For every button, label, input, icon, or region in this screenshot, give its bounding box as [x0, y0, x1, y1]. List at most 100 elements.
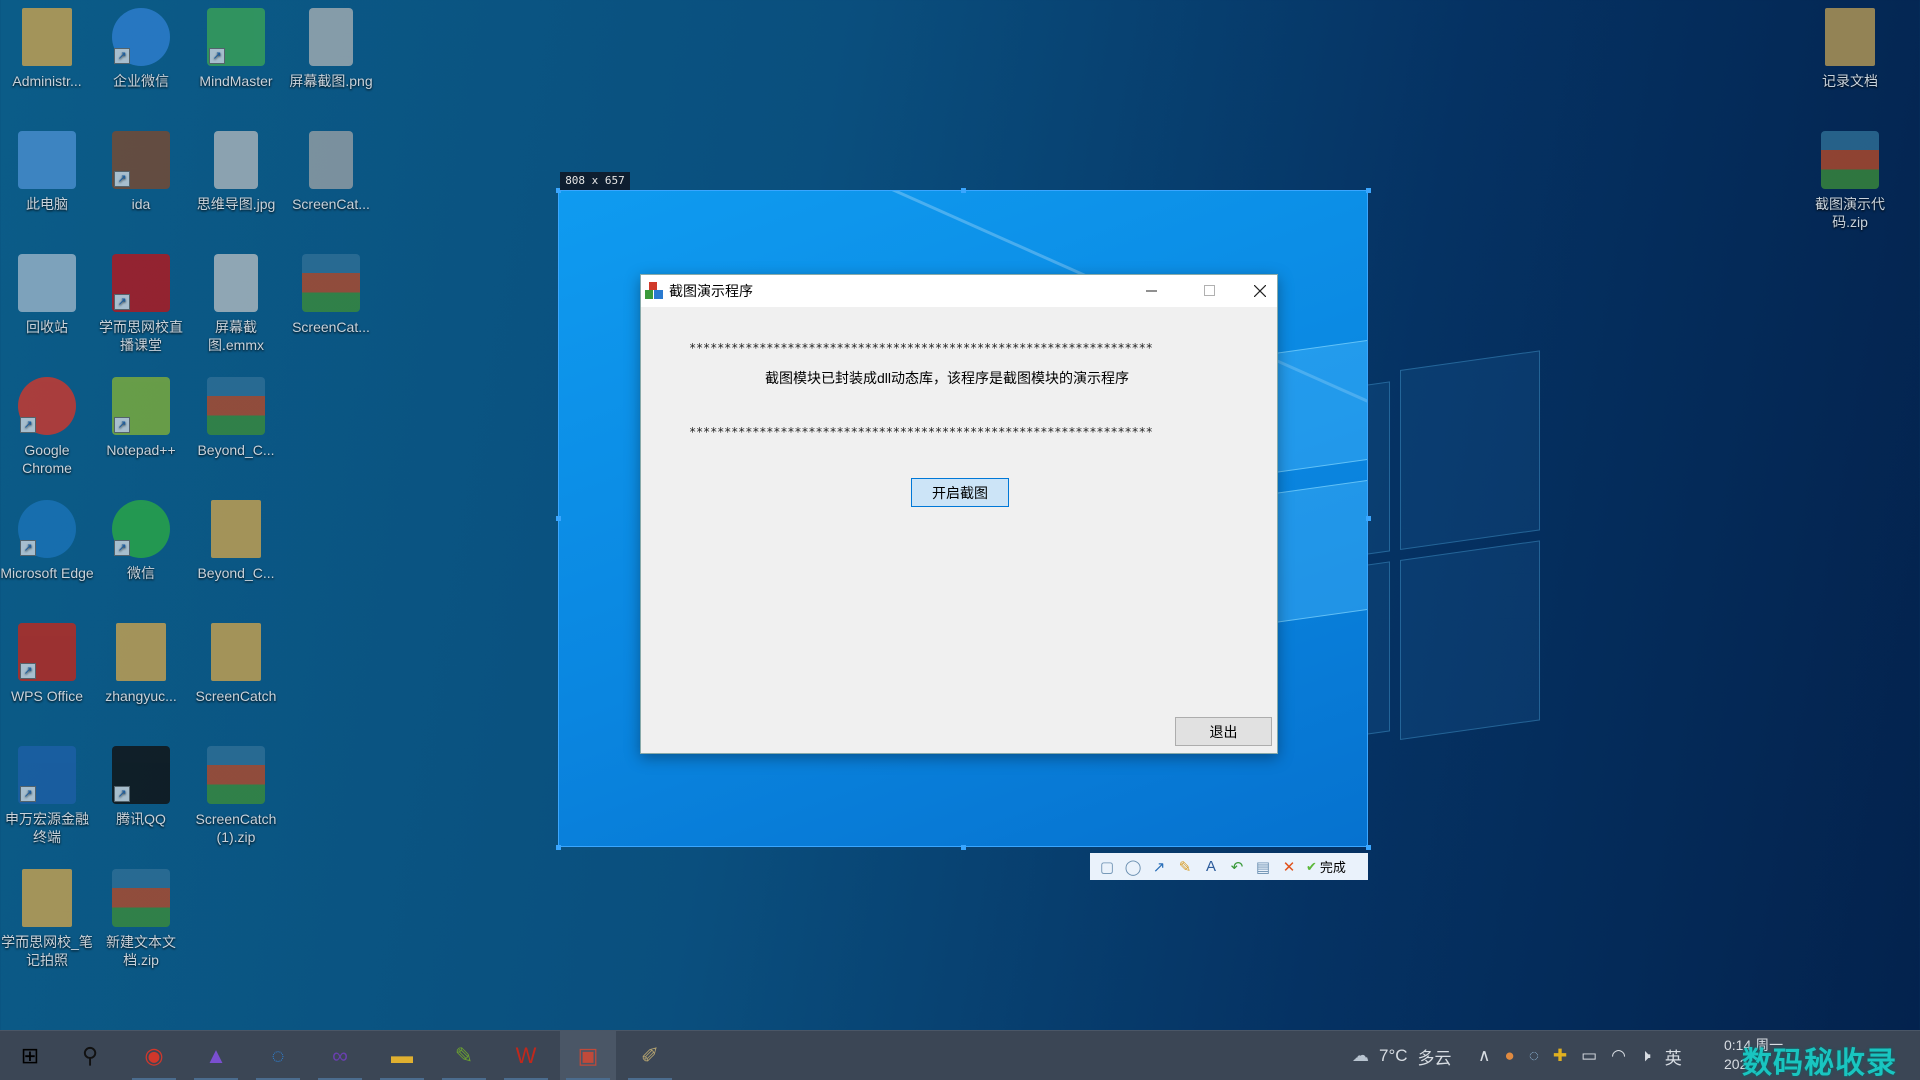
weather-widget[interactable]: ☁ 7°C 多云	[1352, 1031, 1452, 1080]
minimize-button[interactable]	[1123, 275, 1181, 307]
cancel-icon[interactable]: ✕	[1280, 858, 1298, 876]
swhy-icon: ↗	[18, 746, 76, 804]
pencil-icon[interactable]: ✎	[1176, 858, 1194, 876]
chrome-icon: ↗	[18, 377, 76, 435]
file-explorer-icon: ▬	[391, 1043, 413, 1068]
taskbar-button[interactable]: ▬	[374, 1031, 430, 1080]
desktop-icon[interactable]: 新建文本文档.zip	[94, 869, 188, 969]
exit-button[interactable]: 退出	[1175, 717, 1272, 746]
desktop-icon[interactable]: Beyond_C...	[189, 500, 283, 582]
desktop-icon[interactable]: 屏幕截图.emmx	[189, 254, 283, 354]
wps-icon: W	[515, 1043, 537, 1068]
desktop-icon[interactable]: ScreenCatch (1).zip	[189, 746, 283, 846]
desktop-icon[interactable]: 记录文档	[1803, 8, 1897, 90]
desktop-icon[interactable]: ↗ 申万宏源金融终端	[0, 746, 94, 846]
desktop-icon-label: 学而思网校_笔记拍照	[1, 934, 93, 968]
taskbar-button[interactable]: ◌	[250, 1031, 306, 1080]
taskbar-button[interactable]: ▲	[188, 1031, 244, 1080]
mfc-app-icon	[645, 282, 663, 300]
qq-tray-icon[interactable]: ●	[1504, 1046, 1514, 1066]
close-icon	[1254, 285, 1266, 297]
shortcut-arrow-icon: ↗	[20, 417, 36, 433]
wecom-tray-icon[interactable]: ◌	[1529, 1046, 1539, 1066]
done-button[interactable]: ✔ 完成	[1306, 858, 1346, 876]
desktop-icon-label: ScreenCatch (1).zip	[195, 811, 277, 845]
desktop-icon-label: 微信	[127, 565, 155, 581]
resize-handle-s[interactable]	[961, 845, 966, 850]
start-windows-icon: ⊞	[20, 1043, 40, 1068]
arrow-icon[interactable]: ↗	[1150, 858, 1168, 876]
wifi-icon[interactable]: ◠	[1611, 1046, 1626, 1066]
desktop-icon-label: 新建文本文档.zip	[106, 934, 176, 968]
chrome-icon: ◉	[144, 1043, 164, 1068]
resize-handle-ne[interactable]	[1366, 188, 1371, 193]
weather-condition: 多云	[1417, 1048, 1452, 1068]
resize-handle-e[interactable]	[1366, 516, 1371, 521]
taskbar-button[interactable]: ⚲	[62, 1031, 118, 1080]
desktop-icon-label: 屏幕截图.png	[289, 73, 373, 89]
desktop-icon-label: 学而思网校直播课堂	[99, 319, 183, 353]
folder-icon	[211, 623, 261, 681]
dialog-title-bar[interactable]: 截图演示程序	[641, 275, 1277, 307]
resize-handle-n[interactable]	[961, 188, 966, 193]
weather-cloud-icon: ☁	[1352, 1046, 1369, 1065]
rectangle-icon[interactable]: ▢	[1098, 858, 1116, 876]
close-button[interactable]	[1231, 275, 1289, 307]
resize-handle-sw[interactable]	[556, 845, 561, 850]
input-method-indicator[interactable]: 英	[1665, 1044, 1682, 1069]
folder-icon	[22, 869, 72, 927]
text-icon[interactable]: A	[1202, 858, 1220, 876]
desktop-icon[interactable]: ↗ Microsoft Edge	[0, 500, 94, 582]
demo-dialog-window: 截图演示程序 *********************************…	[640, 274, 1278, 754]
security-tray-icon[interactable]: ✚	[1553, 1046, 1567, 1066]
desktop-icon[interactable]: Administr...	[0, 8, 94, 90]
resize-handle-w[interactable]	[556, 516, 561, 521]
shortcut-arrow-icon: ↗	[114, 417, 130, 433]
desktop-icon-label: 此电脑	[26, 196, 68, 212]
show-hidden-icons-chevron-icon[interactable]: ∧	[1478, 1046, 1490, 1066]
save-icon[interactable]: ▤	[1254, 858, 1272, 876]
desktop-icon[interactable]: ↗ 微信	[94, 500, 188, 582]
desktop-icon[interactable]: ↗ Google Chrome	[0, 377, 94, 477]
desktop-icon[interactable]: ↗ 学而思网校直播课堂	[94, 254, 188, 354]
desktop-icon[interactable]: 截图演示代码.zip	[1803, 131, 1897, 231]
desktop-icon-label: Beyond_C...	[197, 565, 275, 581]
desktop-icon[interactable]: 屏幕截图.png	[284, 8, 378, 90]
desktop-icon-label: Administr...	[12, 73, 82, 89]
desktop-icon[interactable]: 学而思网校_笔记拍照	[0, 869, 94, 969]
desktop-icon[interactable]: ↗ MindMaster	[189, 8, 283, 90]
desktop-icon[interactable]: ↗ 企业微信	[94, 8, 188, 90]
folder-icon	[116, 623, 166, 681]
resize-handle-se[interactable]	[1366, 845, 1371, 850]
desktop-icon-label: 思维导图.jpg	[196, 196, 276, 212]
undo-icon[interactable]: ↶	[1228, 858, 1246, 876]
desktop-icon-label: 回收站	[26, 319, 68, 335]
desktop-icon[interactable]: 回收站	[0, 254, 94, 336]
desktop-icon[interactable]: ScreenCatch	[189, 623, 283, 705]
desktop-icon[interactable]: ScreenCat...	[284, 131, 378, 213]
desktop-icon[interactable]: ScreenCat...	[284, 254, 378, 336]
taskbar-button[interactable]: ▣	[560, 1031, 616, 1080]
desktop-icon[interactable]: Beyond_C...	[189, 377, 283, 459]
taskbar-button[interactable]: ✐	[622, 1031, 678, 1080]
desktop-icon[interactable]: 此电脑	[0, 131, 94, 213]
shortcut-arrow-icon: ↗	[20, 786, 36, 802]
desktop-icon[interactable]: ↗ ida	[94, 131, 188, 213]
taskbar-button[interactable]: ✎	[436, 1031, 492, 1080]
desktop-icon[interactable]: ↗ WPS Office	[0, 623, 94, 705]
start-capture-button[interactable]: 开启截图	[911, 478, 1009, 507]
desktop-icon[interactable]: 思维导图.jpg	[189, 131, 283, 213]
desktop-icon[interactable]: zhangyuc...	[94, 623, 188, 705]
volume-icon[interactable]: 🕨	[1640, 1046, 1651, 1066]
taskbar-button[interactable]: ∞	[312, 1031, 368, 1080]
mindmaster-app-icon: ▲	[205, 1043, 227, 1068]
taskbar-button[interactable]: W	[498, 1031, 554, 1080]
ellipse-icon[interactable]: ◯	[1124, 858, 1142, 876]
taskbar-button[interactable]: ⊞	[2, 1031, 58, 1080]
desktop-icon[interactable]: ↗ Notepad++	[94, 377, 188, 459]
battery-icon[interactable]: ▭	[1581, 1046, 1597, 1066]
desktop-icon[interactable]: ↗ 腾讯QQ	[94, 746, 188, 828]
dialog-message: 截图模块已封装成dll动态库，该程序是截图模块的演示程序	[765, 370, 1130, 386]
taskbar-button[interactable]: ◉	[126, 1031, 182, 1080]
desktop-icon-label: 截图演示代码.zip	[1815, 196, 1885, 230]
